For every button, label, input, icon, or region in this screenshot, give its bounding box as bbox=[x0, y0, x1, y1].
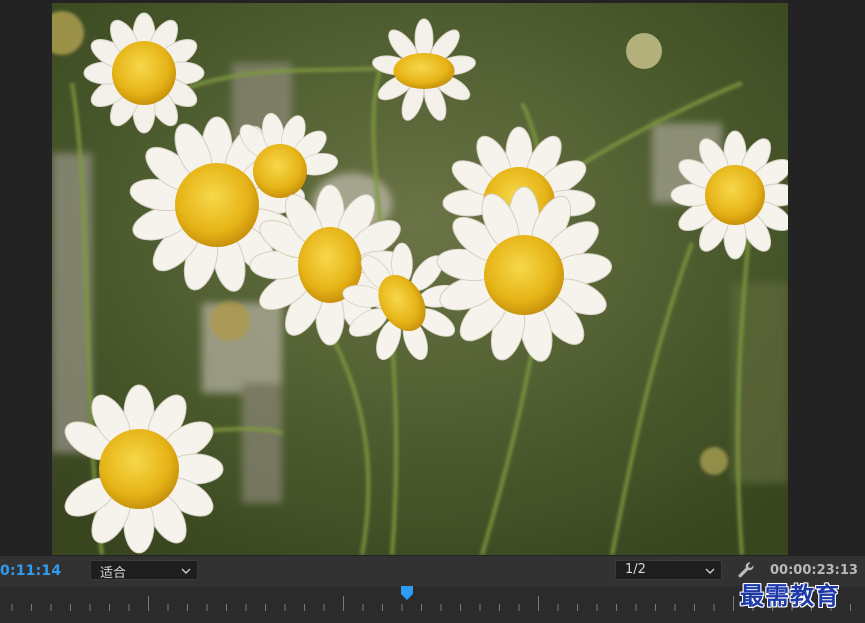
zoom-level-value: 适合 bbox=[100, 566, 127, 581]
zoom-level-dropdown[interactable]: 适合 bbox=[90, 560, 198, 581]
playback-resolution-dropdown[interactable]: 1/2 bbox=[615, 560, 722, 580]
chevron-down-icon bbox=[181, 568, 191, 574]
playback-resolution-value: 1/2 bbox=[625, 562, 646, 577]
program-monitor bbox=[0, 0, 865, 556]
monitor-controls: 0:11:14 适合 1/2 00:00:23:13 bbox=[0, 556, 865, 586]
current-timecode[interactable]: 0:11:14 bbox=[0, 563, 61, 579]
playhead-icon[interactable] bbox=[400, 586, 414, 600]
chevron-down-icon bbox=[705, 568, 715, 574]
video-frame[interactable] bbox=[52, 3, 788, 555]
daisies-photo bbox=[52, 3, 788, 555]
watermark-logo: 最需教育 bbox=[740, 581, 840, 610]
timeline-ruler[interactable] bbox=[0, 586, 865, 623]
ruler-ticks bbox=[11, 596, 851, 611]
